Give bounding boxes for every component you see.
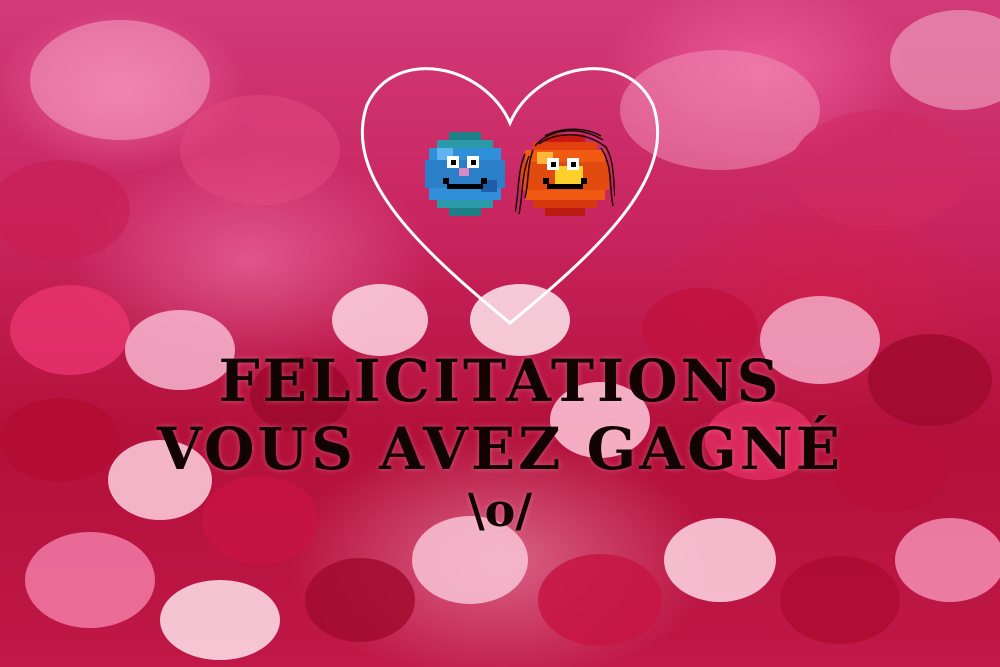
valentine-background: FELICITATIONS VOUS AVEZ GAGNÉ \o/	[0, 0, 1000, 667]
orange-smiley-icon	[515, 128, 615, 216]
cheering-emoticon: \o/	[467, 483, 533, 537]
blue-smiley-icon	[425, 132, 505, 216]
headline-felicitations: FELICITATIONS	[218, 347, 782, 415]
heart-outline-icon	[360, 67, 660, 325]
headline-vous-avez-gagne: VOUS AVEZ GAGNÉ	[157, 415, 843, 483]
